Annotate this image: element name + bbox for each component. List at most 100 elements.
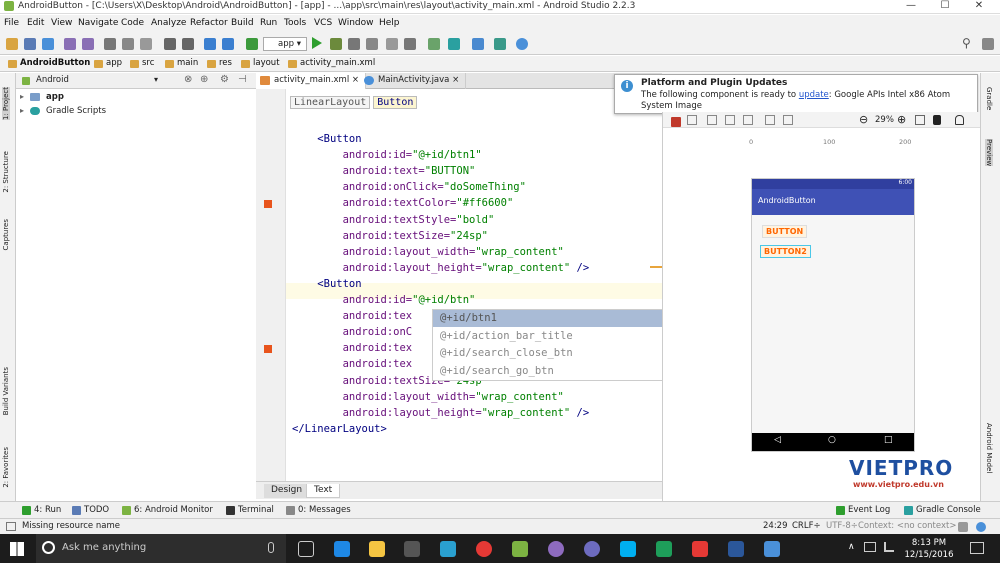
attach-icon[interactable]	[348, 38, 360, 50]
project-view-select[interactable]: Android	[36, 75, 69, 85]
tool-android-monitor[interactable]: 6: Android Monitor	[122, 505, 213, 515]
collapse-icon[interactable]: ⊗	[184, 74, 192, 85]
menu-edit[interactable]: Edit	[27, 18, 44, 28]
scroll-from-source-icon[interactable]: ⊕	[200, 74, 208, 85]
hide-panel-icon[interactable]: ⊣	[238, 74, 247, 85]
tree-item-gradle-scripts[interactable]: ▸ Gradle Scripts	[20, 105, 250, 118]
edge-icon[interactable]	[334, 541, 350, 557]
code-line[interactable]: <Button	[292, 133, 361, 145]
replace-icon[interactable]	[182, 38, 194, 50]
menu-window[interactable]: Window	[338, 18, 374, 28]
refresh-icon[interactable]	[386, 38, 398, 50]
tab-mainactivity-java[interactable]: MainActivity.java ×	[360, 73, 467, 89]
theme-icon[interactable]	[725, 115, 735, 125]
run-config-select[interactable]: app ▾	[263, 37, 307, 51]
update-notification[interactable]: i Platform and Plugin Updates The follow…	[614, 74, 978, 114]
sdk-manager-icon[interactable]	[494, 38, 506, 50]
api-level-icon[interactable]	[765, 115, 775, 125]
app-icon[interactable]	[440, 541, 456, 557]
code-line[interactable]: android:layout_width="wrap_content"	[292, 246, 564, 258]
store-icon[interactable]	[404, 541, 420, 557]
tool-messages[interactable]: 0: Messages	[286, 505, 351, 515]
device-preview[interactable]: 6:00 AndroidButton BUTTON BUTTON2 ◁ ○ □	[751, 178, 915, 452]
code-line[interactable]: android:layout_height="wrap_content" />	[292, 407, 590, 419]
battery-icon[interactable]	[864, 542, 876, 552]
cut-icon[interactable]	[104, 38, 116, 50]
nav-recents-icon[interactable]: □	[884, 435, 893, 445]
code-line[interactable]: android:tex	[292, 310, 413, 322]
tree-item-app[interactable]: ▸ app	[20, 91, 250, 104]
nav-back-icon[interactable]: ◁	[774, 435, 781, 445]
tab-activity-main-xml[interactable]: activity_main.xml ×	[256, 73, 367, 89]
code-line[interactable]: android:textSize="24sp"	[292, 230, 488, 242]
code-line[interactable]: android:layout_height="wrap_content" />	[292, 262, 590, 274]
tab-build-variants[interactable]: Build Variants	[2, 367, 10, 415]
code-line[interactable]: </LinearLayout>	[292, 423, 387, 435]
preview-button-2[interactable]: BUTTON2	[760, 245, 811, 258]
build-icon[interactable]	[246, 38, 258, 50]
code-line[interactable]: android:textColor="#ff6600"	[292, 197, 514, 209]
tool-todo[interactable]: TODO	[72, 505, 109, 515]
expand-icon[interactable]: ▸	[20, 106, 24, 115]
update-link[interactable]: update	[799, 90, 829, 100]
taskbar-search-box[interactable]: Ask me anything	[36, 534, 286, 563]
forward-icon[interactable]	[222, 38, 234, 50]
code-line[interactable]: android:text="BUTTON"	[292, 165, 476, 177]
menu-view[interactable]: View	[51, 18, 72, 28]
windows-start-icon[interactable]	[10, 542, 24, 556]
avd-manager-icon[interactable]	[428, 38, 440, 50]
minimize-button[interactable]: —	[896, 0, 926, 14]
tab-captures[interactable]: Captures	[2, 219, 10, 250]
microphone-icon[interactable]	[268, 542, 274, 553]
breadcrumb-src[interactable]: src	[128, 58, 154, 70]
help-icon[interactable]	[516, 38, 528, 50]
menu-navigate[interactable]: Navigate	[78, 18, 118, 28]
zoom-out-icon[interactable]: ⊖	[859, 113, 868, 126]
tool-run[interactable]: 4: Run	[22, 505, 61, 515]
code-line[interactable]: android:tex	[292, 342, 413, 354]
preview-button-1[interactable]: BUTTON	[762, 225, 808, 238]
zoom-in-icon[interactable]: ⊕	[897, 113, 906, 126]
more-icon[interactable]	[982, 38, 994, 50]
file-encoding[interactable]: UTF-8÷	[826, 521, 858, 531]
color-swatch-icon[interactable]	[264, 345, 272, 353]
android-studio-taskbar-icon[interactable]	[512, 541, 528, 557]
nav-home-icon[interactable]: ○	[828, 435, 836, 445]
app-icon[interactable]	[584, 541, 600, 557]
taskbar-date[interactable]: 12/15/2016	[904, 550, 954, 560]
project-structure-icon[interactable]	[472, 38, 484, 50]
code-line[interactable]: android:onC	[292, 326, 413, 338]
tool-gradle-console[interactable]: Gradle Console	[904, 505, 981, 515]
tab-close-icon[interactable]: ×	[452, 75, 459, 85]
word-icon[interactable]	[728, 541, 744, 557]
task-view-icon[interactable]	[298, 541, 314, 557]
zoom-fit-icon[interactable]	[915, 115, 925, 125]
lock-icon[interactable]	[958, 522, 968, 532]
project-view-dropdown-icon[interactable]: ▾	[154, 75, 158, 84]
app-icon[interactable]	[692, 541, 708, 557]
menu-refactor[interactable]: Refactor	[190, 18, 228, 28]
menu-code[interactable]: Code	[121, 18, 144, 28]
file-explorer-icon[interactable]	[369, 541, 385, 557]
tab-text[interactable]: Text	[306, 484, 341, 498]
pan-icon[interactable]	[933, 115, 941, 125]
tab-favorites[interactable]: 2: Favorites	[2, 447, 10, 488]
search-everywhere-icon[interactable]: ⚲	[962, 36, 971, 50]
breadcrumb-layout[interactable]: layout	[239, 58, 280, 70]
menu-build[interactable]: Build	[231, 18, 254, 28]
code-line[interactable]: android:id="@+id/btn"	[292, 294, 476, 306]
volume-icon[interactable]	[884, 542, 894, 552]
tool-event-log[interactable]: Event Log	[836, 505, 890, 515]
breadcrumb-project[interactable]: AndroidButton	[6, 58, 90, 70]
notification-bell-icon[interactable]	[955, 115, 964, 125]
back-icon[interactable]	[204, 38, 216, 50]
tab-design[interactable]: Design	[264, 484, 310, 498]
sync-icon[interactable]	[42, 38, 54, 50]
tab-gradle[interactable]: Gradle	[985, 87, 993, 110]
cursor-position[interactable]: 24:29	[763, 521, 788, 531]
locale-icon[interactable]	[743, 115, 753, 125]
tool-terminal[interactable]: Terminal	[226, 505, 274, 515]
profile-icon[interactable]	[366, 38, 378, 50]
code-line[interactable]: android:tex	[292, 358, 413, 370]
find-icon[interactable]	[164, 38, 176, 50]
